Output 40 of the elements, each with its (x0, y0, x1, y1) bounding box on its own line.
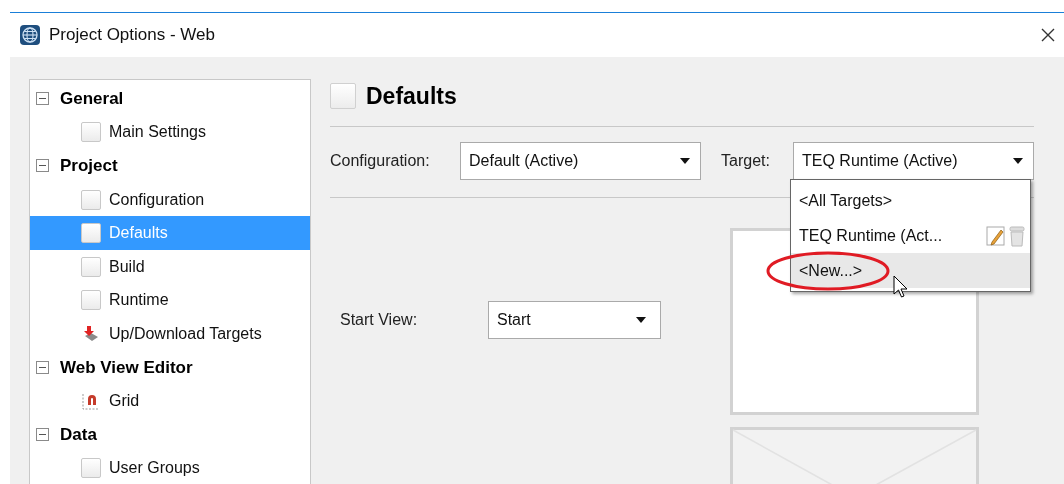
dropdown-option[interactable]: <All Targets> (791, 183, 1030, 218)
tree-item[interactable]: Runtime (30, 283, 310, 318)
collapse-toggle-icon[interactable] (36, 428, 49, 442)
dropdown-arrow-icon (1013, 158, 1023, 164)
field-label: Target: (721, 151, 771, 171)
start-view-dropdown[interactable]: Start (488, 301, 661, 339)
target-dropdown[interactable]: TEQ Runtime (Active) (793, 142, 1034, 180)
page-icon (81, 122, 101, 143)
tree-item[interactable]: Grid (30, 384, 310, 418)
collapse-toggle-icon[interactable] (36, 159, 49, 173)
window-title: Project Options - Web (49, 24, 215, 47)
dropdown-option[interactable]: <New...> (791, 253, 1030, 288)
collapse-toggle-icon[interactable] (36, 361, 49, 375)
tree-group-label[interactable]: Data (60, 422, 97, 448)
tree-item[interactable]: User Groups (30, 451, 310, 484)
close-icon[interactable] (1040, 27, 1056, 43)
tree-item[interactable]: Build (30, 249, 310, 284)
tree-group-label[interactable]: Web View Editor (60, 354, 193, 381)
dropdown-arrow-icon (636, 317, 646, 323)
tree-group-label[interactable]: Project (60, 153, 118, 179)
edit-icon[interactable] (986, 224, 1006, 247)
tree-item[interactable]: Main Settings (30, 115, 310, 150)
page-icon (81, 223, 101, 244)
collapse-toggle-icon[interactable] (36, 92, 49, 106)
configuration-dropdown[interactable]: Default (Active) (460, 142, 701, 180)
tree-item[interactable]: Configuration (30, 182, 310, 217)
grid-magnet-icon (81, 391, 101, 412)
tree-group-label[interactable]: General (60, 86, 124, 112)
dropdown-arrow-icon (680, 158, 690, 164)
page-icon (81, 189, 101, 210)
page-icon (81, 458, 101, 479)
globe-icon (19, 24, 41, 46)
page-heading: Defaults (366, 81, 457, 111)
field-label: Configuration: (330, 151, 431, 171)
field-label: Start View: (340, 310, 419, 330)
page-icon (330, 83, 356, 109)
page-icon (81, 256, 101, 277)
dropdown-option[interactable]: TEQ Runtime (Act... (791, 218, 1030, 253)
page-icon (81, 290, 101, 311)
tree-item[interactable]: Up/Download Targets (30, 317, 310, 351)
